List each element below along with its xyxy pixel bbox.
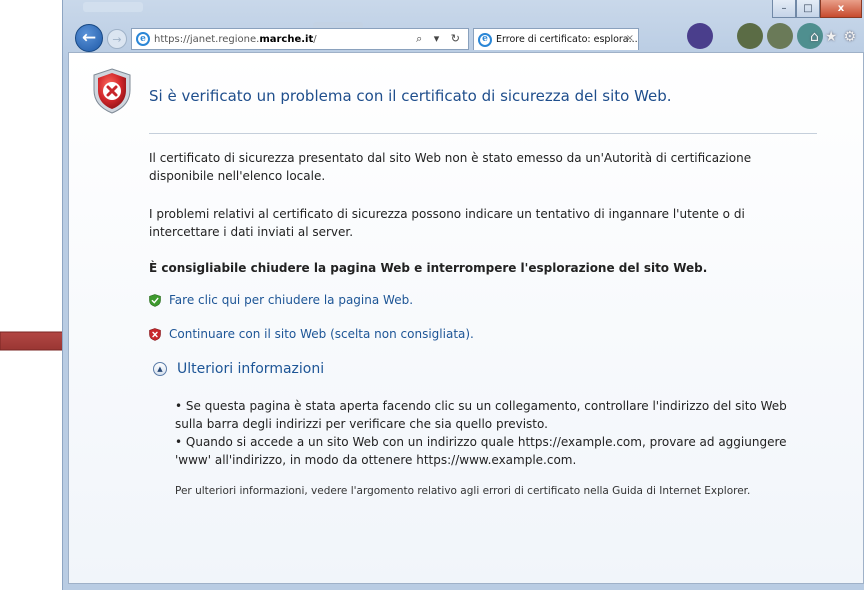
address-search-refresh-icons[interactable]: ⌕ ▾ ↻ (416, 32, 464, 46)
back-button[interactable]: ← (75, 24, 103, 52)
help-footer-note: Per ulteriori informazioni, vedere l'arg… (175, 485, 751, 497)
minimize-button[interactable]: – (772, 0, 796, 18)
chevron-up-icon[interactable]: ▲ (153, 362, 167, 376)
more-info-details: • Se questa pagina è stata aperta facend… (175, 397, 815, 469)
tab-certificate-error[interactable]: e Errore di certificato: esplora... × (473, 28, 639, 50)
green-shield-check-icon (149, 293, 161, 307)
red-shield-x-small-icon (149, 327, 161, 341)
url-prefix: https://janet.regione. (154, 33, 260, 45)
page-title: Si è verificato un problema con il certi… (149, 87, 672, 105)
address-url: https://janet.regione.marche.it/ (154, 34, 317, 45)
address-bar[interactable]: e https://janet.regione.marche.it/ ⌕ ▾ ↻ (131, 28, 469, 50)
close-page-link-text[interactable]: Fare clic qui per chiudere la pagina Web… (169, 293, 413, 307)
forward-button[interactable]: → (107, 29, 127, 49)
more-info-toggle[interactable]: ▲ Ulteriori informazioni (153, 361, 324, 377)
certificate-explanation: Il certificato di sicurezza presentato d… (149, 151, 752, 183)
tab-close-icon[interactable]: × (626, 33, 634, 44)
window-controls: – □ x (772, 0, 862, 18)
continue-to-site-link[interactable]: Continuare con il sito Web (scelta non c… (149, 327, 474, 341)
maximize-button[interactable]: □ (796, 0, 820, 18)
list-item: • Quando si accede a un sito Web con un … (175, 435, 787, 467)
gear-icon[interactable]: ⚙ (843, 29, 856, 45)
more-info-label[interactable]: Ulteriori informazioni (177, 361, 324, 377)
home-icon[interactable]: ⌂ (810, 29, 819, 45)
extension-icon[interactable] (687, 23, 713, 49)
tab-ie-icon: e (478, 32, 492, 47)
titlebar (83, 2, 143, 12)
back-arrow-icon: ← (81, 28, 97, 48)
extension-icon[interactable] (737, 23, 763, 49)
continue-link-text[interactable]: Continuare con il sito Web (scelta non c… (169, 327, 474, 341)
extension-icon[interactable] (767, 23, 793, 49)
risk-explanation: I problemi relativi al certificato di si… (149, 207, 745, 239)
close-window-button[interactable]: x (820, 0, 862, 18)
forward-arrow-icon: → (112, 32, 122, 46)
close-page-link[interactable]: Fare clic qui per chiudere la pagina Web… (149, 293, 413, 307)
url-suffix: / (313, 33, 317, 45)
advice-text: È consigliabile chiudere la pagina Web e… (149, 261, 708, 275)
ie-logo-icon: e (136, 32, 150, 46)
screenshot: – □ x ← → e https://janet.regione.marche… (0, 0, 864, 590)
list-item: • Se questa pagina è stata aperta facend… (175, 399, 787, 431)
tab-title: Errore di certificato: esplora... (496, 34, 638, 45)
red-shield-x-icon (93, 68, 131, 114)
url-domain: marche.it (259, 33, 314, 45)
toolbar-extensions (687, 23, 823, 49)
page-content: Si è verificato un problema con il certi… (68, 52, 864, 584)
toolbar-icons: ⌂ ★ ⚙ (810, 29, 856, 45)
divider (149, 133, 817, 134)
star-icon[interactable]: ★ (825, 29, 838, 45)
